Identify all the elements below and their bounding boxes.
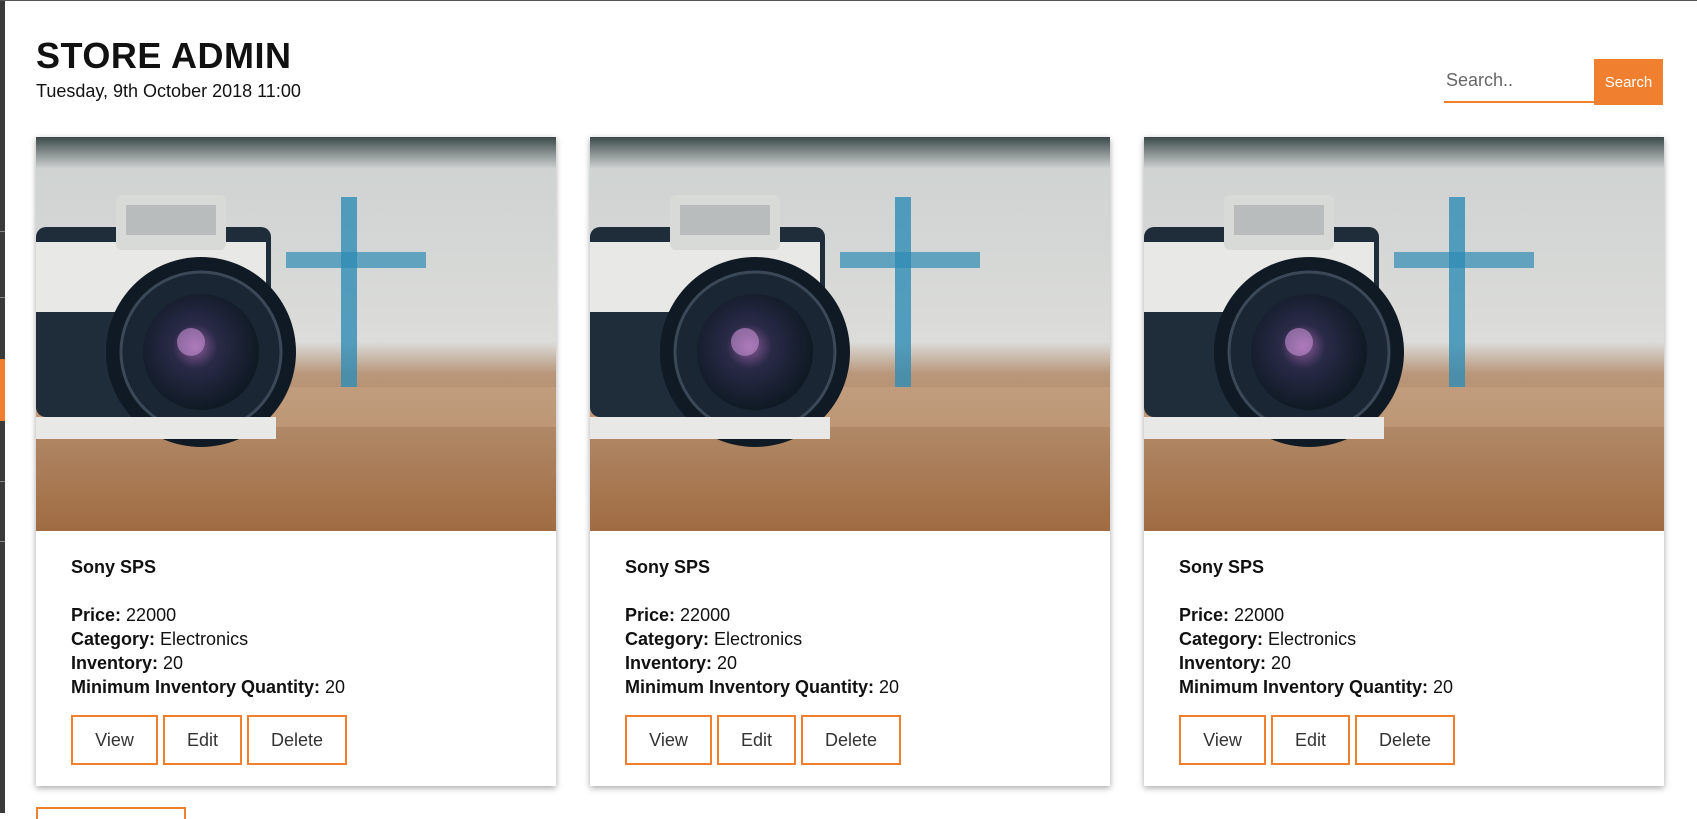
product-name: Sony SPS bbox=[71, 557, 157, 577]
left-sidebar-rail bbox=[0, 1, 5, 813]
view-button[interactable]: View bbox=[1179, 715, 1266, 765]
sidebar-divider bbox=[0, 481, 5, 482]
sidebar-divider bbox=[0, 541, 5, 542]
product-image bbox=[590, 137, 1110, 531]
inventory-label: Inventory: bbox=[1179, 653, 1267, 673]
inventory-value: 20 bbox=[1271, 653, 1292, 673]
price-value: 22000 bbox=[680, 605, 731, 625]
search-button[interactable]: Search bbox=[1594, 59, 1663, 105]
category-label: Category: bbox=[625, 629, 710, 649]
category-label: Category: bbox=[71, 629, 156, 649]
current-datetime: Tuesday, 9th October 2018 11:00 bbox=[36, 81, 301, 101]
view-button[interactable]: View bbox=[625, 715, 712, 765]
product-name: Sony SPS bbox=[1179, 557, 1265, 577]
next-card-button-partial[interactable] bbox=[36, 807, 186, 819]
category-value: Electronics bbox=[160, 629, 249, 649]
category-value: Electronics bbox=[714, 629, 803, 649]
product-category: Category: Electronics bbox=[71, 627, 531, 651]
product-card: Sony SPS Price: 22000 Category: Electron… bbox=[36, 137, 556, 786]
min-inventory-label: Minimum Inventory Quantity: bbox=[625, 677, 875, 697]
camera-photo bbox=[1144, 137, 1664, 531]
camera-photo bbox=[36, 137, 556, 531]
min-inventory-label: Minimum Inventory Quantity: bbox=[1179, 677, 1429, 697]
inventory-value: 20 bbox=[717, 653, 738, 673]
product-card: Sony SPS Price: 22000 Category: Electron… bbox=[590, 137, 1110, 786]
product-details: Sony SPS Price: 22000 Category: Electron… bbox=[71, 555, 531, 699]
category-value: Electronics bbox=[1268, 629, 1357, 649]
product-name: Sony SPS bbox=[625, 557, 711, 577]
sidebar-active-indicator[interactable] bbox=[0, 359, 5, 421]
min-inventory-value: 20 bbox=[879, 677, 900, 697]
delete-button[interactable]: Delete bbox=[1355, 715, 1455, 765]
product-min-inventory: Minimum Inventory Quantity: 20 bbox=[1179, 675, 1639, 699]
product-min-inventory: Minimum Inventory Quantity: 20 bbox=[71, 675, 531, 699]
product-price: Price: 22000 bbox=[625, 603, 1085, 627]
product-image bbox=[36, 137, 556, 531]
product-inventory: Inventory: 20 bbox=[71, 651, 531, 675]
sidebar-divider bbox=[0, 231, 5, 232]
app-window: STORE ADMIN Tuesday, 9th October 2018 11… bbox=[0, 0, 1697, 819]
product-category: Category: Electronics bbox=[625, 627, 1085, 651]
price-label: Price: bbox=[625, 605, 676, 625]
product-details: Sony SPS Price: 22000 Category: Electron… bbox=[1179, 555, 1639, 699]
search-input[interactable] bbox=[1444, 59, 1594, 103]
inventory-label: Inventory: bbox=[71, 653, 159, 673]
product-inventory: Inventory: 20 bbox=[1179, 651, 1639, 675]
price-value: 22000 bbox=[1234, 605, 1285, 625]
product-min-inventory: Minimum Inventory Quantity: 20 bbox=[625, 675, 1085, 699]
min-inventory-label: Minimum Inventory Quantity: bbox=[71, 677, 321, 697]
product-category: Category: Electronics bbox=[1179, 627, 1639, 651]
price-value: 22000 bbox=[126, 605, 177, 625]
edit-button[interactable]: Edit bbox=[1271, 715, 1350, 765]
delete-button[interactable]: Delete bbox=[247, 715, 347, 765]
min-inventory-value: 20 bbox=[1433, 677, 1454, 697]
min-inventory-value: 20 bbox=[325, 677, 346, 697]
camera-photo bbox=[590, 137, 1110, 531]
inventory-label: Inventory: bbox=[625, 653, 713, 673]
delete-button[interactable]: Delete bbox=[801, 715, 901, 765]
price-label: Price: bbox=[1179, 605, 1230, 625]
category-label: Category: bbox=[1179, 629, 1264, 649]
edit-button[interactable]: Edit bbox=[717, 715, 796, 765]
product-details: Sony SPS Price: 22000 Category: Electron… bbox=[625, 555, 1085, 699]
page-title: STORE ADMIN bbox=[36, 35, 292, 76]
product-card: Sony SPS Price: 22000 Category: Electron… bbox=[1144, 137, 1664, 786]
sidebar-divider bbox=[0, 297, 5, 298]
inventory-value: 20 bbox=[163, 653, 184, 673]
product-image bbox=[1144, 137, 1664, 531]
price-label: Price: bbox=[71, 605, 122, 625]
product-price: Price: 22000 bbox=[71, 603, 531, 627]
product-price: Price: 22000 bbox=[1179, 603, 1639, 627]
view-button[interactable]: View bbox=[71, 715, 158, 765]
search-bar: Search bbox=[1444, 59, 1663, 105]
product-inventory: Inventory: 20 bbox=[625, 651, 1085, 675]
edit-button[interactable]: Edit bbox=[163, 715, 242, 765]
